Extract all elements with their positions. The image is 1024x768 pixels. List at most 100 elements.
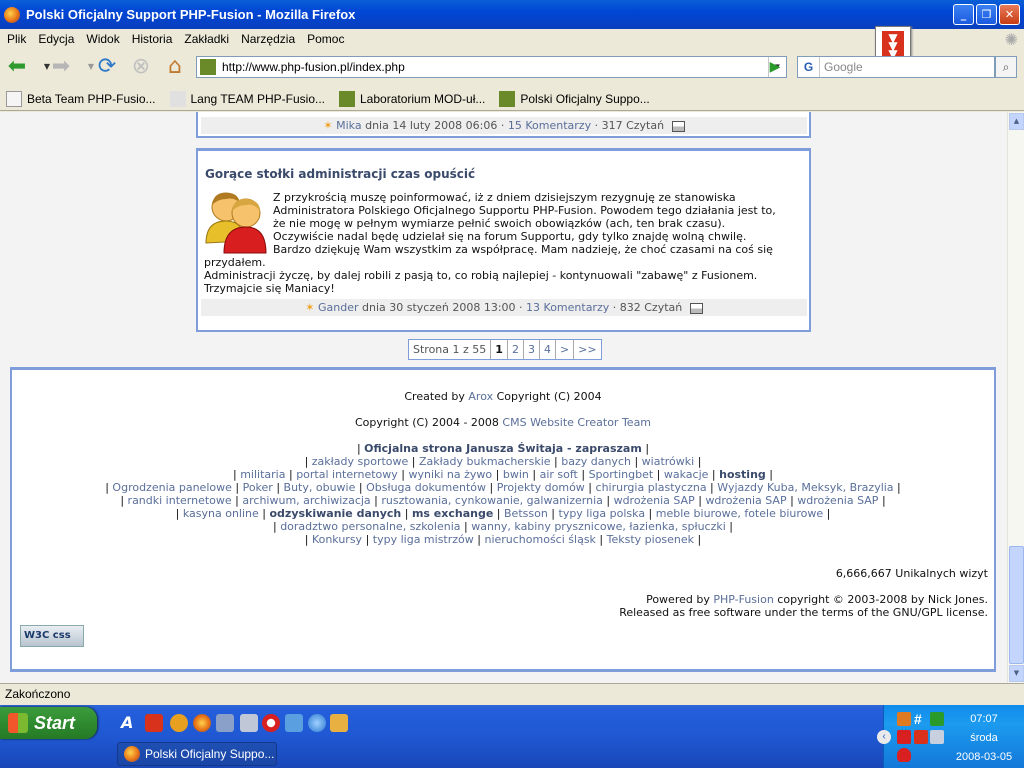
- ad-link[interactable]: wyniki na żywo: [408, 468, 492, 481]
- maximize-button[interactable]: ❐: [976, 4, 997, 25]
- arox-link[interactable]: Arox: [468, 390, 493, 403]
- ad-link[interactable]: Buty, obuwie: [284, 481, 356, 494]
- ad-link[interactable]: odzyskiwanie danych: [269, 507, 401, 520]
- quicklaunch-icon[interactable]: [170, 714, 188, 732]
- url-bar[interactable]: http://www.php-fusion.pl/index.php ▼: [196, 56, 787, 78]
- start-button[interactable]: Start: [0, 707, 97, 739]
- network-icon[interactable]: [930, 730, 944, 744]
- ad-link[interactable]: wanny, kabiny prysznicowe, łazienka, spł…: [471, 520, 726, 533]
- ad-link[interactable]: air soft: [540, 468, 578, 481]
- go-icon[interactable]: ▶: [765, 57, 785, 77]
- w3c-css-badge[interactable]: W3C css: [20, 625, 84, 647]
- ad-link[interactable]: militaria: [240, 468, 285, 481]
- news-author-link[interactable]: Gander: [318, 301, 359, 314]
- ad-link[interactable]: wiatrówki: [642, 455, 695, 468]
- page-link[interactable]: 4: [538, 340, 555, 359]
- menu-widok[interactable]: Widok: [86, 32, 119, 46]
- ad-link[interactable]: hosting: [719, 468, 766, 481]
- page-link[interactable]: 3: [522, 340, 539, 359]
- tray-icon[interactable]: [897, 712, 911, 726]
- page-last-link[interactable]: >>: [573, 340, 600, 359]
- url-text[interactable]: http://www.php-fusion.pl/index.php: [222, 60, 405, 74]
- ad-link[interactable]: Obsługa dokumentów: [366, 481, 486, 494]
- ad-link[interactable]: archiwum, archiwizacja: [242, 494, 370, 507]
- font-app-icon[interactable]: A: [121, 714, 139, 732]
- tray-expand-icon[interactable]: ‹: [877, 730, 891, 744]
- tray-icon[interactable]: [930, 712, 944, 726]
- tray-icon[interactable]: [914, 730, 928, 744]
- tray-icon[interactable]: [897, 730, 911, 744]
- ad-link[interactable]: Teksty piosenek: [607, 533, 694, 546]
- ad-link[interactable]: Wyjazdy Kuba, Meksyk, Brazylia: [717, 481, 893, 494]
- ad-link[interactable]: randki internetowe: [128, 494, 232, 507]
- google-engine-icon[interactable]: G: [798, 57, 820, 77]
- ad-link[interactable]: zakłady sportowe: [312, 455, 409, 468]
- ad-link[interactable]: meble biurowe, fotele biurowe: [656, 507, 823, 520]
- home-icon[interactable]: ⌂: [161, 53, 189, 81]
- opera-icon[interactable]: [262, 714, 280, 732]
- internet-explorer-icon[interactable]: [308, 714, 326, 732]
- reload-icon[interactable]: ⟳: [93, 53, 121, 81]
- print-icon[interactable]: [671, 120, 685, 132]
- bookmark-item[interactable]: Laboratorium MOD-uł...: [339, 90, 485, 107]
- firefox-quicklaunch-icon[interactable]: [193, 714, 211, 732]
- quicklaunch-icon[interactable]: [240, 714, 258, 732]
- ad-link[interactable]: wakacje: [664, 468, 709, 481]
- stop-icon[interactable]: ⊗: [127, 53, 155, 81]
- ad-link[interactable]: doradztwo personalne, szkolenia: [280, 520, 460, 533]
- news-title[interactable]: Gorące stołki administracji czas opuścić: [205, 167, 475, 181]
- download-manager-icon[interactable]: [145, 714, 163, 732]
- ad-link[interactable]: rusztowania, cynkowanie, galwanizernia: [381, 494, 603, 507]
- page-next-link[interactable]: >: [554, 340, 573, 359]
- news-author-link[interactable]: Mika: [336, 119, 361, 132]
- ad-link[interactable]: wdrożenia SAP: [705, 494, 786, 507]
- window-titlebar[interactable]: Polski Oficjalny Support PHP-Fusion - Mo…: [0, 0, 1024, 29]
- quicklaunch-icon[interactable]: [330, 714, 348, 732]
- scroll-up-icon[interactable]: ▲: [1009, 113, 1024, 130]
- ad-link[interactable]: Konkursy: [312, 533, 362, 546]
- ad-link[interactable]: bwin: [503, 468, 529, 481]
- quicklaunch-icon[interactable]: [285, 714, 303, 732]
- taskbar-item-firefox[interactable]: Polski Oficjalny Suppo...: [117, 742, 277, 766]
- ad-link[interactable]: Betsson: [504, 507, 548, 520]
- quicklaunch-icon[interactable]: [216, 714, 234, 732]
- ad-link[interactable]: Projekty domów: [497, 481, 585, 494]
- menu-narzedzia[interactable]: Narzędzia: [241, 32, 295, 46]
- menu-edycja[interactable]: Edycja: [38, 32, 74, 46]
- ad-link[interactable]: portal internetowy: [296, 468, 398, 481]
- bookmark-item[interactable]: Beta Team PHP-Fusio...: [6, 90, 156, 107]
- ad-link[interactable]: bazy danych: [561, 455, 631, 468]
- forward-icon[interactable]: ➡: [47, 53, 75, 81]
- ad-link[interactable]: Zakłady bukmacherskie: [419, 455, 551, 468]
- ad-link[interactable]: Poker: [243, 481, 273, 494]
- search-box[interactable]: G Google: [797, 56, 995, 78]
- page-link-current[interactable]: 1: [490, 340, 507, 359]
- back-icon[interactable]: ⬅: [3, 53, 31, 81]
- menu-pomoc[interactable]: Pomoc: [307, 32, 344, 46]
- menu-plik[interactable]: Plik: [7, 32, 26, 46]
- search-go-icon[interactable]: ⌕: [995, 56, 1017, 78]
- ad-link[interactable]: Sportingbet: [589, 468, 654, 481]
- news-comments-link[interactable]: 15 Komentarzy: [508, 119, 591, 132]
- ad-link[interactable]: Oficjalna strona Janusza Świtaja - zapra…: [364, 442, 642, 455]
- cms-team-link[interactable]: CMS Website Creator Team: [502, 416, 651, 429]
- minimize-button[interactable]: _: [953, 4, 974, 25]
- ad-link[interactable]: kasyna online: [183, 507, 259, 520]
- vertical-scrollbar[interactable]: ▲ ▼: [1007, 112, 1024, 683]
- security-center-icon[interactable]: [897, 748, 911, 762]
- scroll-thumb[interactable]: [1009, 546, 1024, 664]
- search-placeholder[interactable]: Google: [824, 60, 863, 74]
- menu-zakladki[interactable]: Zakładki: [184, 32, 229, 46]
- menu-historia[interactable]: Historia: [132, 32, 173, 46]
- ad-link[interactable]: typy liga polska: [559, 507, 646, 520]
- php-fusion-link[interactable]: PHP-Fusion: [713, 593, 773, 606]
- ad-link[interactable]: ms exchange: [412, 507, 493, 520]
- ad-link[interactable]: wdrożenia SAP: [614, 494, 695, 507]
- close-button[interactable]: ✕: [999, 4, 1020, 25]
- ad-link[interactable]: typy liga mistrzów: [373, 533, 474, 546]
- news-comments-link[interactable]: 13 Komentarzy: [526, 301, 609, 314]
- bookmark-item[interactable]: Lang TEAM PHP-Fusio...: [169, 90, 325, 107]
- page-link[interactable]: 2: [506, 340, 523, 359]
- tray-icon[interactable]: #: [914, 712, 928, 726]
- bookmark-item[interactable]: Polski Oficjalny Suppo...: [499, 90, 650, 107]
